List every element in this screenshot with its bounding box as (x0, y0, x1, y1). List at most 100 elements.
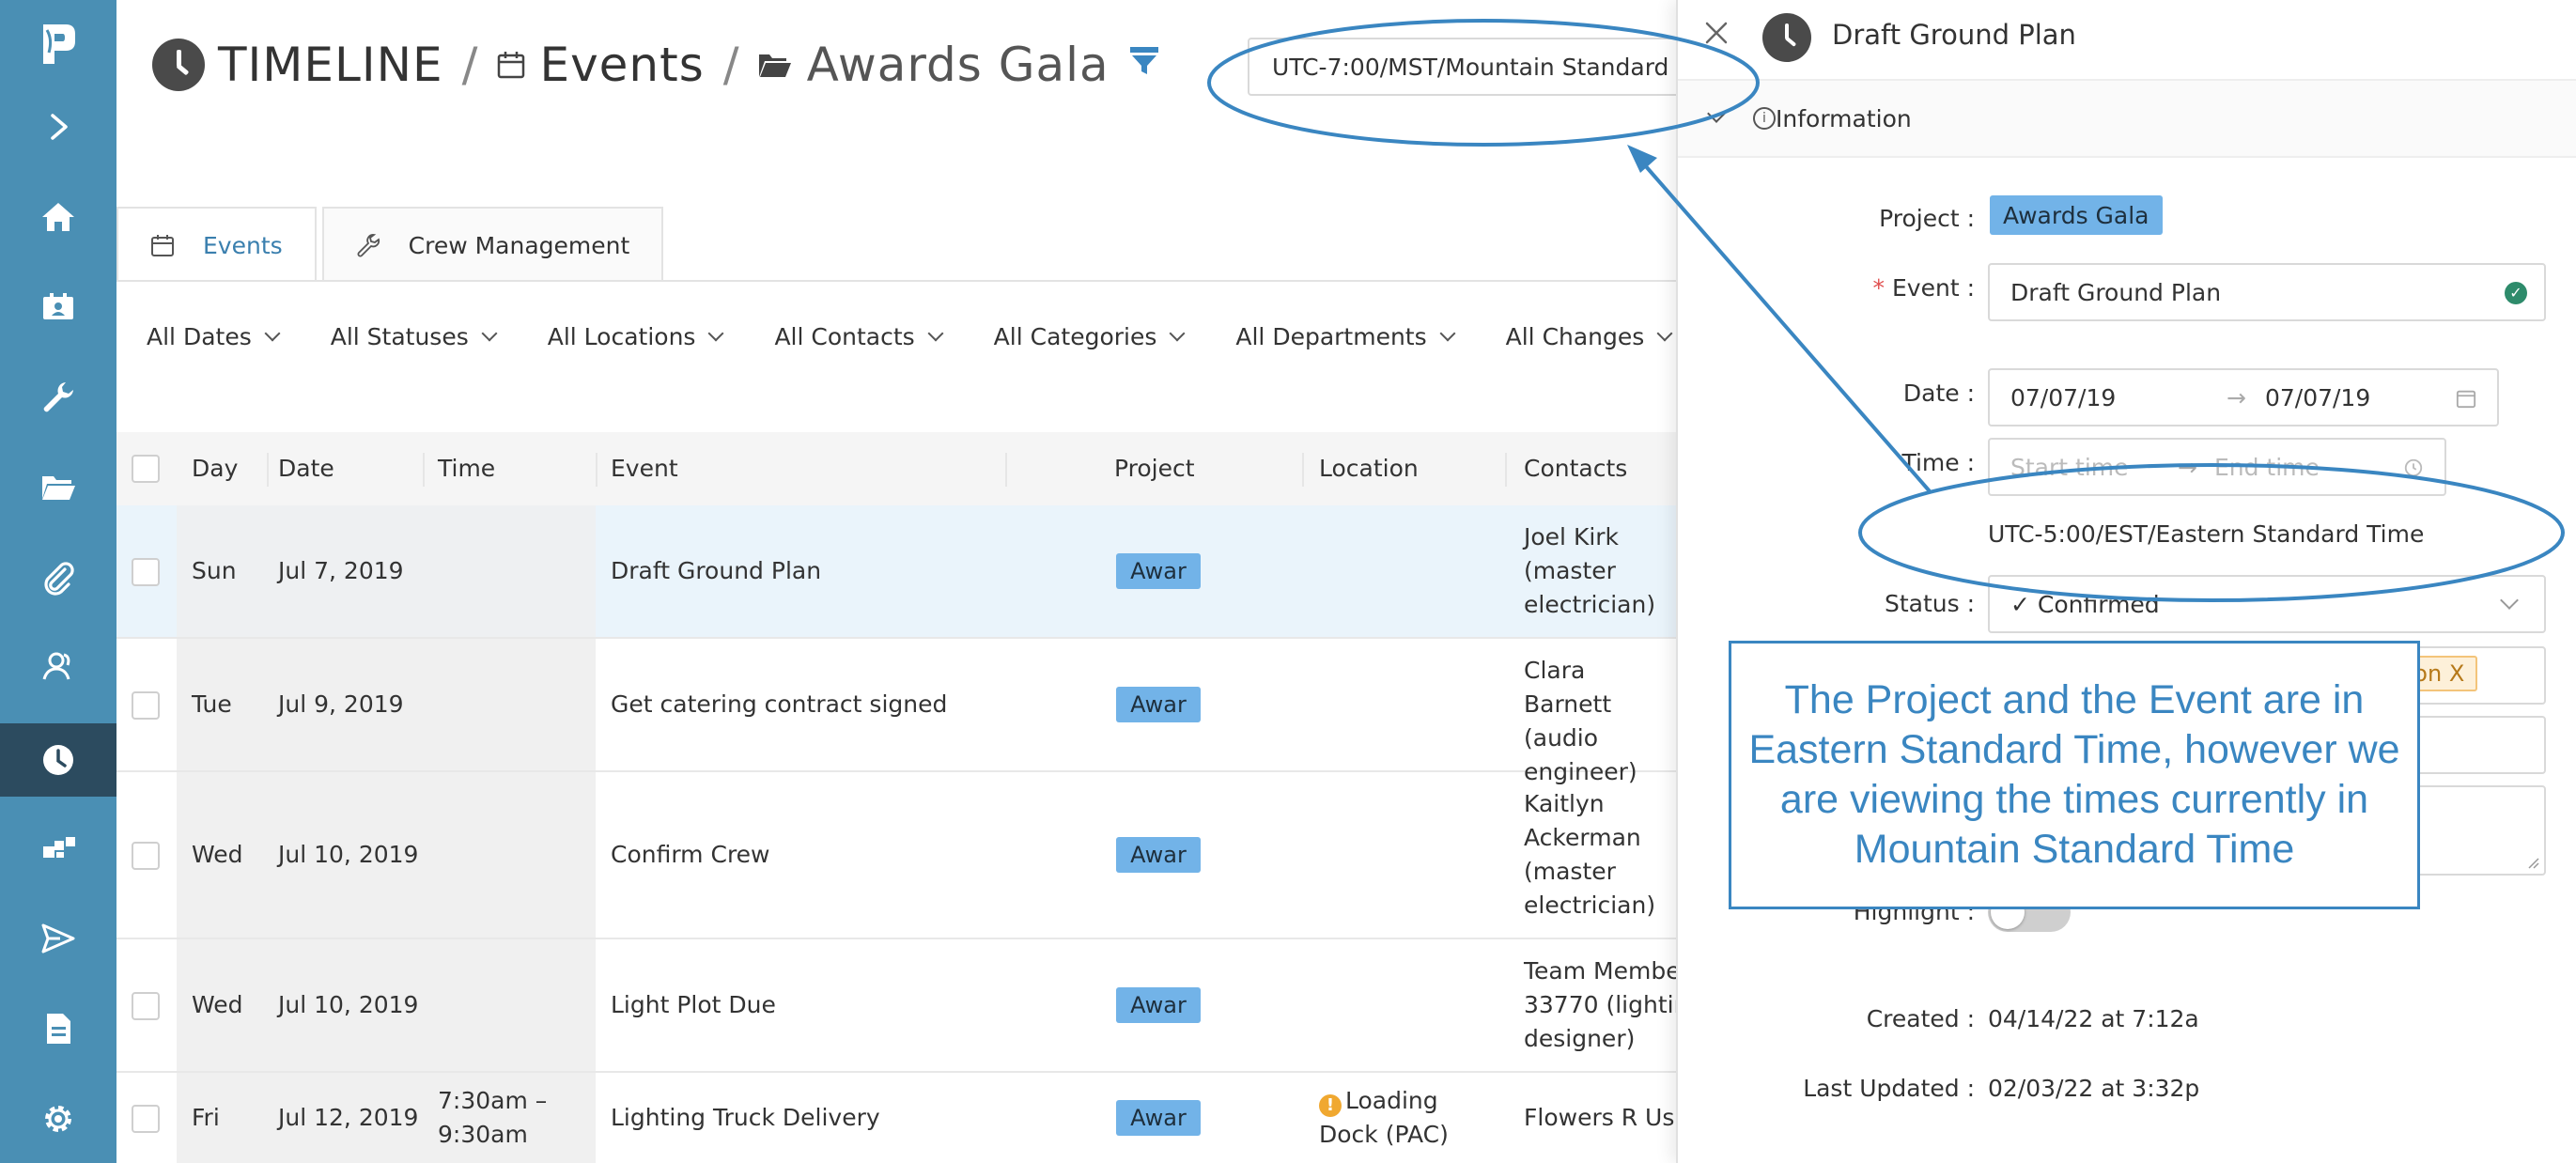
table-row[interactable]: Wed Jul 10, 2019 Confirm Crew Awar Kaitl… (116, 772, 1676, 939)
filter-changes[interactable]: All Changes (1505, 323, 1673, 350)
select-all-checkbox[interactable] (132, 455, 160, 483)
info-icon: i (1753, 107, 1776, 130)
last-updated-label: Last Updated : (1803, 1075, 1975, 1102)
column-header-location[interactable]: Location (1319, 455, 1419, 482)
drawer-title: Draft Ground Plan (1832, 19, 2076, 51)
tag-remove-icon[interactable]: X (2449, 660, 2464, 687)
time-line: 7:30am – (438, 1087, 548, 1114)
column-divider (267, 453, 269, 487)
date-start[interactable]: 07/07/19 (2010, 384, 2217, 411)
table-header: Day Date Time Event Project Location Con… (116, 432, 1676, 505)
arrow-right-icon: → (2178, 453, 2197, 481)
table-row[interactable]: Sun Jul 7, 2019 Draft Ground Plan Awar J… (116, 505, 1676, 639)
row-checkbox[interactable] (132, 558, 160, 586)
date-end[interactable]: 07/07/19 (2265, 384, 2453, 411)
cell-event[interactable]: Draft Ground Plan (611, 554, 821, 588)
id-card-icon[interactable] (0, 271, 116, 344)
send-icon[interactable] (0, 902, 116, 975)
column-divider (596, 453, 597, 487)
cell-event[interactable]: Lighting Truck Delivery (611, 1101, 880, 1135)
project-badge[interactable]: Awar (1116, 687, 1201, 722)
cell-event[interactable]: Confirm Crew (611, 838, 770, 872)
breadcrumb-events[interactable]: Events (539, 38, 704, 92)
project-badge[interactable]: Awar (1116, 837, 1201, 873)
project-badge[interactable]: Awar (1116, 553, 1201, 589)
contact-line: Kaitlyn (1524, 790, 1605, 817)
row-checkbox[interactable] (132, 992, 160, 1020)
column-header-event[interactable]: Event (611, 455, 678, 482)
cell-contacts: Clara Barnett (audio engineer) (1524, 654, 1676, 789)
breadcrumb-timeline[interactable]: TIMELINE (218, 38, 443, 92)
table-row[interactable]: Tue Jul 9, 2019 Get catering contract si… (116, 639, 1676, 785)
row-checkbox[interactable] (132, 1105, 160, 1133)
filter-departments[interactable]: All Departments (1235, 323, 1456, 350)
column-header-date[interactable]: Date (278, 455, 334, 482)
logo-icon[interactable] (0, 8, 116, 81)
column-header-project[interactable]: Project (1114, 455, 1195, 482)
folder-icon[interactable] (0, 451, 116, 524)
row-checkbox[interactable] (132, 691, 160, 720)
date-range-input[interactable]: 07/07/19 → 07/07/19 (1988, 368, 2499, 426)
event-timezone[interactable]: UTC-5:00/EST/Eastern Standard Time (1988, 520, 2424, 548)
chevron-right-icon[interactable] (0, 90, 116, 163)
table-row[interactable]: Fri Jul 12, 2019 7:30am – 9:30am Lightin… (116, 1073, 1676, 1163)
filter-locations[interactable]: All Locations (548, 323, 724, 350)
column-header-day[interactable]: Day (192, 455, 238, 482)
section-information[interactable]: i Information (1678, 79, 2576, 158)
column-header-contacts[interactable]: Contacts (1524, 455, 1627, 482)
status-label: Status : (1884, 590, 1975, 617)
cell-event[interactable]: Get catering contract signed (611, 688, 947, 721)
cell-event[interactable]: Light Plot Due (611, 988, 776, 1022)
time-end-placeholder: End time (2213, 453, 2320, 481)
filter-contacts[interactable]: All Contacts (774, 323, 944, 350)
filter-label: All Categories (993, 323, 1157, 350)
timezone-select[interactable]: UTC-7:00/MST/Mountain Standard Time (1248, 38, 1699, 96)
tab-crew-management[interactable]: Crew Management (321, 207, 664, 282)
event-input[interactable]: Draft Ground Plan ✓ (1988, 263, 2546, 321)
row-checkbox[interactable] (132, 842, 160, 870)
contact-line: (master (1524, 858, 1616, 885)
clock-icon[interactable] (0, 723, 116, 797)
tab-events[interactable]: Events (116, 207, 317, 282)
cell-day: Fri (192, 1104, 220, 1131)
project-value-badge[interactable]: Awards Gala (1990, 195, 2163, 235)
chevron-down-icon (1439, 325, 1456, 341)
column-header-time[interactable]: Time (438, 455, 495, 482)
time-label: Time : (1901, 449, 1975, 476)
location-line: Dock (PAC) (1319, 1121, 1449, 1148)
time-range-input[interactable]: Start time → End time (1988, 438, 2446, 496)
cell-date: Jul 7, 2019 (278, 557, 404, 584)
filter-label: All Statuses (330, 323, 469, 350)
calendar-icon (498, 52, 525, 79)
blocks-icon[interactable] (0, 812, 116, 885)
filter-statuses[interactable]: All Statuses (330, 323, 498, 350)
breadcrumb-separator: / (461, 38, 478, 92)
wrench-icon[interactable] (0, 361, 116, 434)
filter-dates[interactable]: All Dates (147, 323, 281, 350)
column-divider (1302, 453, 1304, 487)
paperclip-icon[interactable] (0, 541, 116, 614)
filter-icon[interactable] (1128, 44, 1160, 76)
document-icon[interactable] (0, 992, 116, 1065)
project-badge[interactable]: Awar (1116, 1100, 1201, 1136)
resize-handle-icon[interactable] (2525, 855, 2540, 870)
cell-date: Jul 9, 2019 (278, 690, 404, 718)
contact-line: (master (1524, 557, 1616, 584)
filter-categories[interactable]: All Categories (993, 323, 1186, 350)
people-icon[interactable] (0, 629, 116, 703)
filter-label: All Changes (1505, 323, 1645, 350)
contact-line: electrician) (1524, 591, 1656, 618)
event-input-value: Draft Ground Plan (2010, 278, 2222, 306)
close-icon[interactable] (1702, 19, 1730, 47)
status-select[interactable]: ✓ Confirmed (1988, 575, 2546, 633)
table-row[interactable]: Wed Jul 10, 2019 Light Plot Due Awar Tea… (116, 939, 1703, 1073)
gear-icon[interactable] (0, 1082, 116, 1155)
cell-date: Jul 10, 2019 (278, 991, 419, 1018)
clock-icon (1762, 13, 1811, 62)
annotation-arrowhead (1627, 145, 1657, 173)
filter-label: All Departments (1235, 323, 1427, 350)
breadcrumb-project[interactable]: Awards Gala (807, 38, 1110, 92)
project-badge[interactable]: Awar (1116, 987, 1201, 1023)
home-icon[interactable] (0, 180, 116, 254)
chevron-down-icon (1656, 325, 1673, 341)
